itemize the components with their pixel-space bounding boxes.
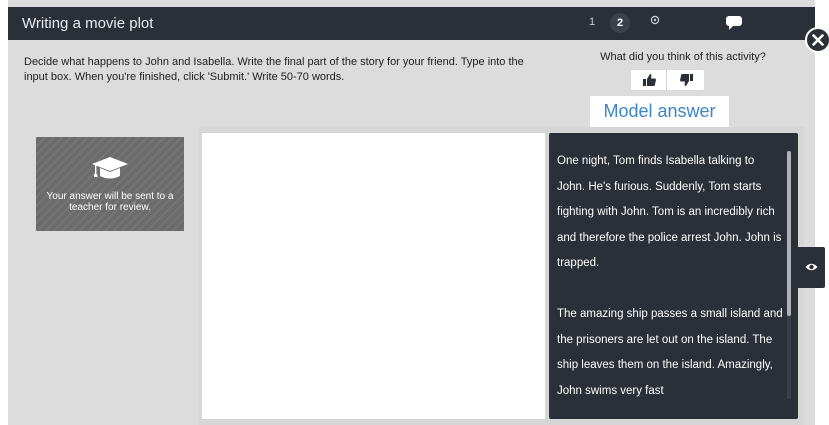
eye-icon xyxy=(805,263,818,271)
model-answer-text: One night, Tom finds Isabella talking to… xyxy=(557,149,785,419)
thumbs-up-icon xyxy=(643,74,656,86)
feedback-question: What did you think of this activity? xyxy=(600,51,766,63)
activity-title: Writing a movie plot xyxy=(22,15,154,32)
speech-bubble-icon[interactable] xyxy=(726,16,742,31)
toggle-model-answer-button[interactable] xyxy=(798,247,825,288)
thumbs-down-button[interactable] xyxy=(668,70,704,90)
step-1-button[interactable]: 1 xyxy=(589,16,595,28)
graduation-cap-icon xyxy=(91,155,129,188)
instructions-text: Decide what happens to John and Isabella… xyxy=(24,56,524,83)
thumbs-down-icon xyxy=(680,74,693,86)
step-2-button[interactable]: 2 xyxy=(610,13,630,33)
answer-input[interactable] xyxy=(202,133,545,419)
activity-frame: Writing a movie plot 1 2 Decide what hap… xyxy=(8,0,825,425)
feedback-buttons xyxy=(631,70,704,90)
top-bar: Writing a movie plot 1 2 xyxy=(8,7,815,40)
teacher-review-card: Your answer will be sent to a teacher fo… xyxy=(36,137,184,231)
model-answer-panel: One night, Tom finds Isabella talking to… xyxy=(549,133,798,419)
model-answer-tab[interactable]: Model answer xyxy=(590,96,729,127)
scrollbar-thumb[interactable] xyxy=(787,151,791,316)
teacher-review-text: Your answer will be sent to a teacher fo… xyxy=(46,191,174,213)
close-icon xyxy=(812,34,824,46)
target-icon[interactable] xyxy=(650,15,660,28)
model-answer-paragraph: The amazing ship passes a small island a… xyxy=(557,308,783,397)
thumbs-up-button[interactable] xyxy=(631,70,667,90)
close-button[interactable] xyxy=(805,27,829,53)
model-answer-paragraph: One night, Tom finds Isabella talking to… xyxy=(557,155,782,269)
